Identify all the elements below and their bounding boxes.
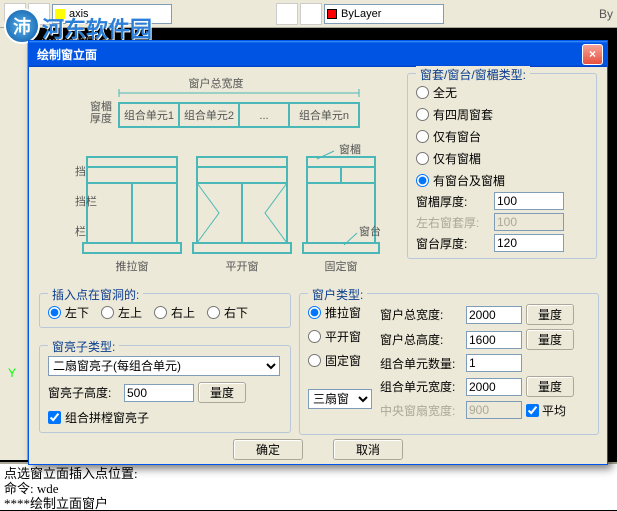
frame-type-group: 窗套/窗台/窗楣类型: 全无 有四周窗套 仅有窗台 仅有窗楣 有窗台及窗楣 窗楣…	[407, 73, 597, 259]
svg-text:厚度: 厚度	[90, 111, 112, 125]
centerw-input	[466, 401, 522, 419]
window-type-legend: 窗户类型:	[308, 286, 367, 303]
totalh-label: 窗户总高度:	[380, 331, 462, 348]
centerw-label: 中央窗扇宽度:	[380, 402, 462, 419]
sash-type-group: 窗亮子类型: 二扇窗亮子(每组合单元) 窗亮子高度: 量度 组合拼樘窗亮子	[39, 345, 291, 433]
draw-window-elevation-dialog: 绘制窗立面 × 窗户总宽度 组合单元1 组合单元2 ... 组合单元n 窗楣	[28, 40, 608, 465]
frame-type-legend: 窗套/窗台/窗楣类型:	[416, 66, 530, 83]
frame-opt-both[interactable]: 有窗台及窗楣	[416, 172, 588, 189]
surround-thick-input	[494, 213, 564, 231]
insert-br[interactable]: 右下	[207, 304, 248, 321]
avg-checkbox[interactable]: 平均	[526, 402, 608, 419]
cmd-line: ****绘制立面窗户	[4, 496, 613, 511]
svg-text:推拉窗: 推拉窗	[116, 259, 149, 273]
svg-text:栏: 栏	[75, 224, 86, 238]
toolbar-icon[interactable]	[300, 3, 322, 25]
color-select[interactable]: ByLayer	[324, 4, 444, 24]
svg-text:组合单元2: 组合单元2	[184, 108, 234, 122]
totalw-measure-button[interactable]: 量度	[526, 304, 574, 325]
dialog-title: 绘制窗立面	[33, 46, 582, 63]
svg-text:窗户总宽度: 窗户总宽度	[189, 76, 244, 90]
svg-text:挡栏: 挡栏	[75, 194, 97, 208]
cmd-line: 点选窗立面插入点位置:	[4, 466, 613, 481]
sash-height-input[interactable]	[124, 384, 194, 402]
by-label: By	[599, 7, 613, 21]
svg-text:固定窗: 固定窗	[325, 259, 358, 273]
sill-thick-label: 窗台厚度:	[416, 235, 488, 252]
sash-height-label: 窗亮子高度:	[48, 384, 120, 401]
sash-type-select[interactable]: 二扇窗亮子(每组合单元)	[48, 356, 280, 376]
unitw-label: 组合单元宽度:	[380, 378, 462, 395]
svg-text:...: ...	[259, 110, 268, 122]
unitcount-label: 组合单元数量:	[380, 355, 462, 372]
totalw-input[interactable]	[466, 306, 522, 324]
insert-tl[interactable]: 左上	[101, 304, 142, 321]
toolbar-icon[interactable]	[276, 3, 298, 25]
svg-text:窗台: 窗台	[359, 224, 381, 238]
svg-text:组合单元n: 组合单元n	[299, 108, 349, 122]
unitcount-input[interactable]	[466, 354, 522, 372]
lintel-thick-label: 窗楣厚度:	[416, 193, 488, 210]
frame-opt-none[interactable]: 全无	[416, 84, 588, 101]
frame-opt-lintel[interactable]: 仅有窗楣	[416, 150, 588, 167]
svg-text:挡: 挡	[75, 164, 86, 178]
insert-point-group: 插入点在窗洞的: 左下 左上 右上 右下	[39, 293, 291, 328]
insert-point-legend: 插入点在窗洞的:	[48, 286, 143, 303]
lintel-thick-input[interactable]	[494, 192, 564, 210]
dialog-titlebar[interactable]: 绘制窗立面 ×	[29, 41, 607, 67]
frame-opt-sill[interactable]: 仅有窗台	[416, 128, 588, 145]
unitw-input[interactable]	[466, 378, 522, 396]
window-diagram: 窗户总宽度 组合单元1 组合单元2 ... 组合单元n 窗楣 厚度 窗楣	[39, 75, 394, 290]
command-line[interactable]: 点选窗立面插入点位置: 命令: wde ****绘制立面窗户	[0, 462, 617, 510]
cancel-button[interactable]: 取消	[333, 439, 403, 460]
close-button[interactable]: ×	[582, 44, 603, 65]
unitw-measure-button[interactable]: 量度	[526, 376, 574, 397]
totalw-label: 窗户总宽度:	[380, 306, 462, 323]
sash-measure-button[interactable]: 量度	[198, 382, 246, 403]
leaf-count-select[interactable]: 三扇窗	[308, 389, 372, 409]
combine-sash-checkbox[interactable]: 组合拼樘窗亮子	[48, 409, 149, 426]
svg-text:平开窗: 平开窗	[226, 259, 259, 273]
cmd-line: 命令: wde	[4, 481, 613, 496]
window-type-group: 窗户类型: 推拉窗 平开窗 固定窗 三扇窗 窗户总宽度: 量度	[299, 293, 599, 435]
frame-opt-surround[interactable]: 有四周窗套	[416, 106, 588, 123]
totalh-measure-button[interactable]: 量度	[526, 329, 574, 350]
y-axis-label: Y	[8, 366, 16, 380]
insert-tr[interactable]: 右上	[154, 304, 195, 321]
svg-text:窗楣: 窗楣	[90, 99, 112, 113]
wintype-slide[interactable]: 推拉窗	[308, 304, 372, 321]
ok-button[interactable]: 确定	[233, 439, 303, 460]
wintype-casement[interactable]: 平开窗	[308, 328, 372, 345]
svg-text:组合单元1: 组合单元1	[124, 108, 174, 122]
surround-thick-label: 左右窗套厚:	[416, 214, 488, 231]
totalh-input[interactable]	[466, 331, 522, 349]
insert-bl[interactable]: 左下	[48, 304, 89, 321]
svg-text:窗楣: 窗楣	[339, 142, 361, 156]
sash-type-legend: 窗亮子类型:	[48, 338, 119, 355]
sill-thick-input[interactable]	[494, 234, 564, 252]
left-toolbar: Y	[0, 28, 28, 460]
wintype-fixed[interactable]: 固定窗	[308, 352, 372, 369]
